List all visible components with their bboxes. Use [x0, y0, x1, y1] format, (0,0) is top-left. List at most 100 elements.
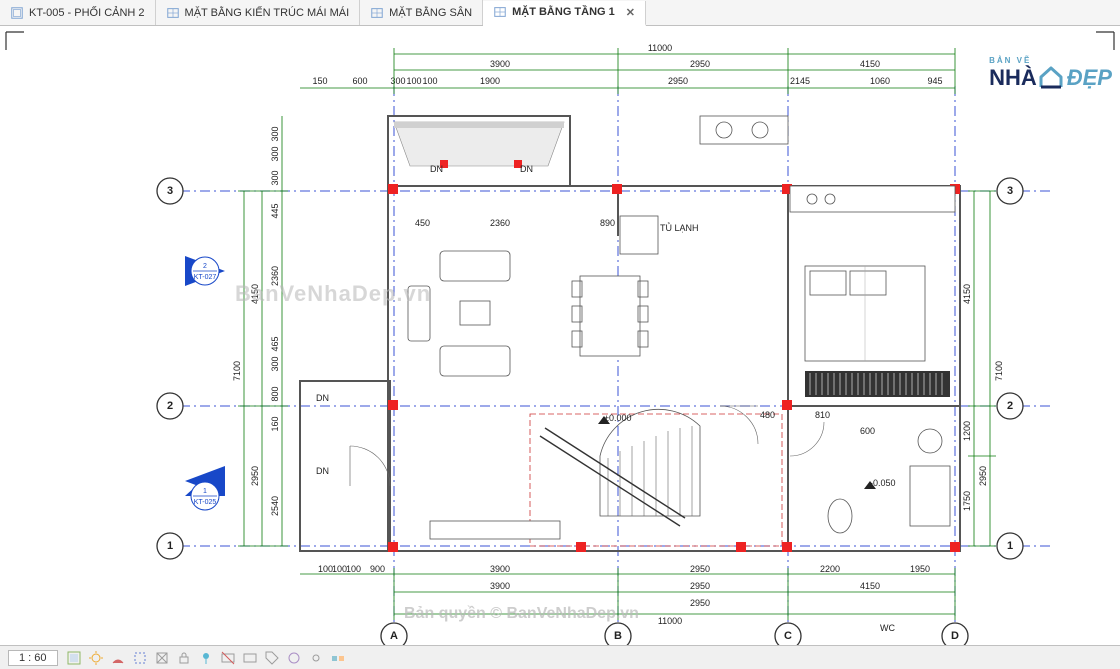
svg-text:3900: 3900	[490, 59, 510, 69]
svg-text:3: 3	[1007, 185, 1013, 197]
svg-text:300: 300	[270, 170, 280, 185]
svg-text:B: B	[614, 630, 622, 642]
model-graphics-icon[interactable]	[66, 650, 82, 666]
svg-text:945: 945	[927, 76, 942, 86]
svg-text:1: 1	[167, 540, 173, 552]
svg-text:4150: 4150	[860, 581, 880, 591]
svg-text:2540: 2540	[270, 496, 280, 516]
svg-text:1: 1	[1007, 540, 1013, 552]
tab-phoi-canh[interactable]: KT-005 - PHỐI CẢNH 2	[0, 0, 156, 25]
tab-label: MẶT BẰNG SÂN	[389, 7, 472, 19]
svg-text:450: 450	[415, 218, 430, 228]
svg-text:300: 300	[270, 126, 280, 141]
svg-text:1750: 1750	[962, 491, 972, 511]
svg-text:4150: 4150	[250, 284, 260, 304]
svg-text:1200: 1200	[962, 421, 972, 441]
svg-text:2: 2	[203, 263, 207, 270]
svg-text:600: 600	[352, 76, 367, 86]
svg-text:465: 465	[270, 336, 280, 351]
plan-icon	[493, 5, 507, 19]
svg-text:2950: 2950	[668, 76, 688, 86]
dims-bottom: 100 100 100 900 3900 2950 2200 1950 3900…	[300, 564, 955, 626]
render-icon[interactable]	[154, 650, 170, 666]
svg-text:3900: 3900	[490, 564, 510, 574]
reveal-icon[interactable]	[242, 650, 258, 666]
svg-text:100: 100	[332, 564, 347, 574]
tab-label: MẶT BẰNG TẦNG 1	[512, 6, 615, 18]
svg-text:11000: 11000	[658, 616, 682, 626]
analytic-icon[interactable]	[286, 650, 302, 666]
tab-mat-bang-mai[interactable]: MẶT BẰNG KIẾN TRÚC MÁI MÁI	[156, 0, 361, 25]
svg-text:2950: 2950	[690, 59, 710, 69]
tab-label: KT-005 - PHỐI CẢNH 2	[29, 7, 145, 19]
staircase	[540, 409, 700, 526]
svg-text:100: 100	[406, 76, 421, 86]
svg-text:2950: 2950	[978, 466, 988, 486]
svg-text:3900: 3900	[490, 581, 510, 591]
shadows-icon[interactable]	[110, 650, 126, 666]
svg-text:7100: 7100	[994, 361, 1004, 381]
svg-text:2950: 2950	[690, 598, 710, 608]
svg-text:A: A	[390, 630, 398, 642]
dims-right: 4150 1200 1750 2950 7100	[962, 191, 1004, 546]
svg-text:1060: 1060	[870, 76, 890, 86]
svg-text:DN: DN	[316, 466, 329, 476]
svg-text:4150: 4150	[860, 59, 880, 69]
drawing-canvas[interactable]: 3 2 1 3 2 1 A B C D 2 KT-027 1 KT	[0, 26, 1120, 645]
interior-labels: TỦ LẠNH WC ±0.000 -0.050 DN DN DN DN 450…	[316, 164, 896, 633]
section-mark-1: 1 KT-025	[185, 466, 225, 510]
svg-text:900: 900	[370, 564, 385, 574]
link-icon[interactable]	[308, 650, 324, 666]
svg-text:2360: 2360	[270, 266, 280, 286]
svg-text:2950: 2950	[690, 581, 710, 591]
svg-text:160: 160	[270, 416, 280, 431]
svg-text:2: 2	[1007, 400, 1013, 412]
svg-text:D: D	[951, 630, 959, 642]
svg-text:2950: 2950	[690, 564, 710, 574]
svg-text:1: 1	[203, 488, 207, 495]
tab-mat-bang-san[interactable]: MẶT BẰNG SÂN	[360, 0, 483, 25]
worksharing-icon[interactable]	[330, 650, 346, 666]
svg-text:1950: 1950	[910, 564, 930, 574]
svg-text:810: 810	[815, 410, 830, 420]
close-icon[interactable]: ✕	[626, 6, 635, 19]
svg-text:2: 2	[167, 400, 173, 412]
svg-text:2950: 2950	[250, 466, 260, 486]
crop-icon[interactable]	[132, 650, 148, 666]
dims-top: 11000 3900 2950 4150 150 600 300 100 100…	[300, 43, 955, 94]
svg-text:1900: 1900	[480, 76, 500, 86]
view-tabs: KT-005 - PHỐI CẢNH 2 MẶT BẰNG KIẾN TRÚC …	[0, 0, 1120, 26]
svg-text:100: 100	[318, 564, 333, 574]
svg-text:480: 480	[760, 410, 775, 420]
svg-text:KT-027: KT-027	[194, 274, 217, 281]
pin-icon[interactable]	[198, 650, 214, 666]
plan-icon	[166, 6, 180, 20]
brand-logo: BẢN VẼ NHÀ ĐẸP	[989, 56, 1112, 89]
temp-hide-icon[interactable]	[220, 650, 236, 666]
svg-text:2360: 2360	[490, 218, 510, 228]
sheet-icon	[10, 6, 24, 20]
tab-mat-bang-tang-1[interactable]: MẶT BẰNG TẦNG 1 ✕	[483, 1, 646, 26]
tag-icon[interactable]	[264, 650, 280, 666]
svg-text:300: 300	[270, 146, 280, 161]
crop-marks	[6, 32, 1114, 50]
svg-text:300: 300	[270, 356, 280, 371]
tab-label: MẶT BẰNG KIẾN TRÚC MÁI MÁI	[185, 7, 350, 19]
svg-text:3: 3	[167, 185, 173, 197]
svg-text:2145: 2145	[790, 76, 810, 86]
floor-plan-svg: 3 2 1 3 2 1 A B C D 2 KT-027 1 KT	[0, 26, 1120, 645]
svg-text:4150: 4150	[962, 284, 972, 304]
lock-icon[interactable]	[176, 650, 192, 666]
svg-text:WC: WC	[880, 623, 895, 633]
svg-text:445: 445	[270, 203, 280, 218]
svg-text:KT-025: KT-025	[194, 499, 217, 506]
svg-text:2200: 2200	[820, 564, 840, 574]
svg-text:600: 600	[860, 426, 875, 436]
scale-selector[interactable]: 1 : 60	[8, 650, 58, 666]
sun-path-icon[interactable]	[88, 650, 104, 666]
svg-text:800: 800	[270, 386, 280, 401]
svg-text:TỦ LẠNH: TỦ LẠNH	[660, 222, 699, 233]
svg-text:300: 300	[390, 76, 405, 86]
house-icon	[1037, 65, 1065, 89]
doors	[350, 406, 824, 486]
